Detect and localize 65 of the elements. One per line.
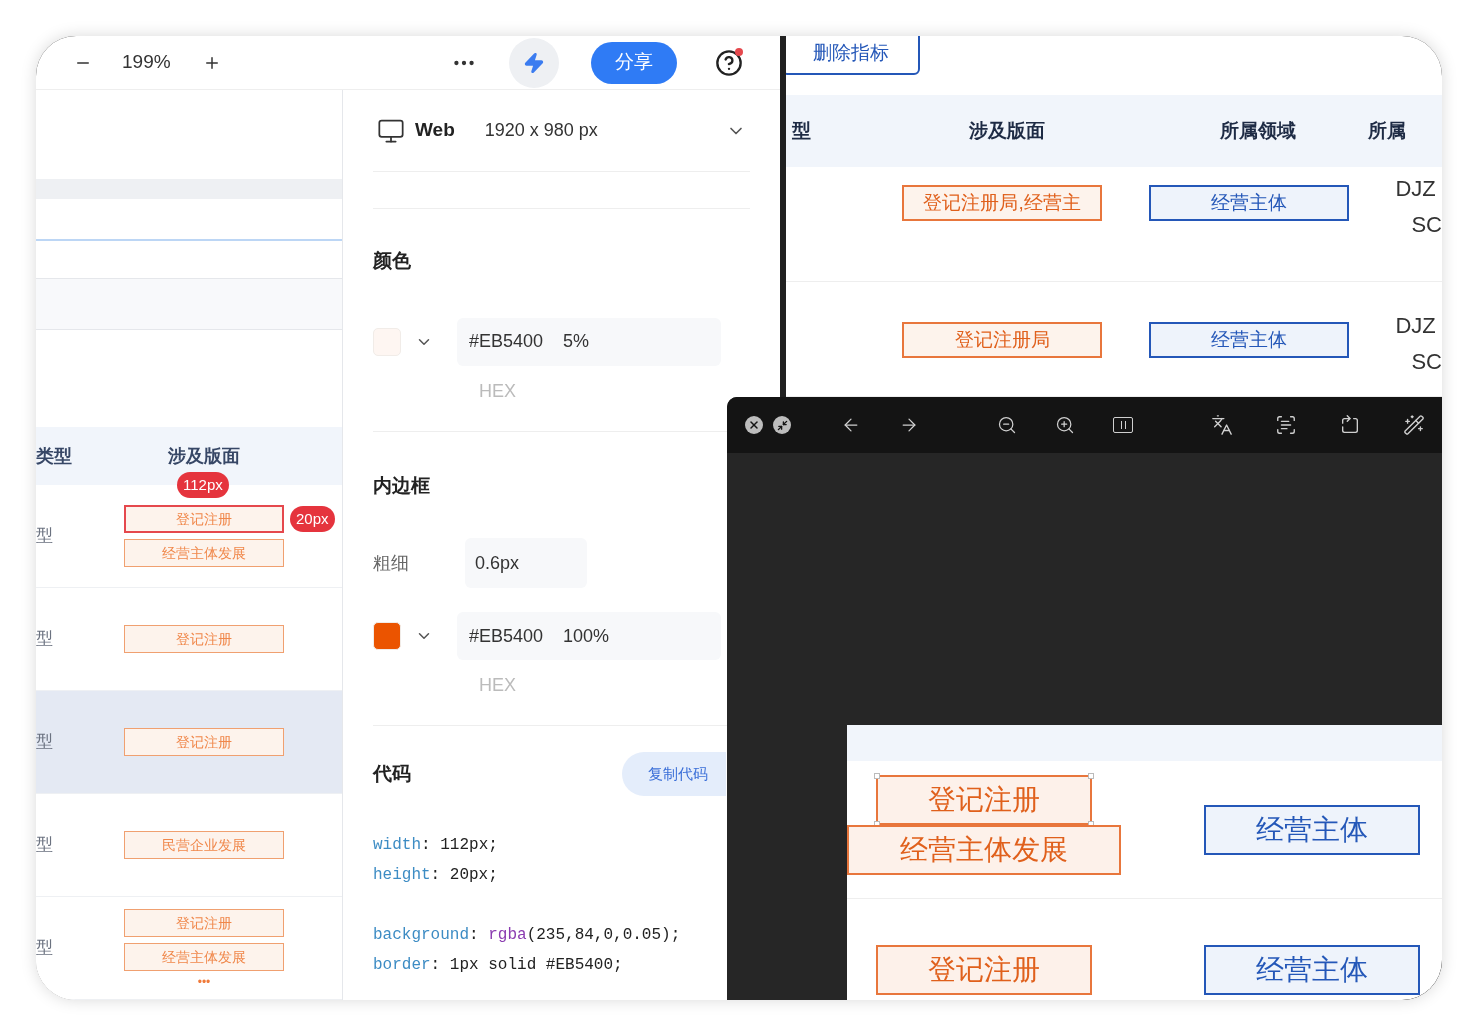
code-line: width: 112px; bbox=[373, 835, 498, 856]
code-line: height: 20px; bbox=[373, 865, 498, 886]
tag: 经营主体 bbox=[1204, 805, 1420, 855]
format-label: HEX bbox=[479, 674, 517, 697]
table-cell-text: DJZ bbox=[1395, 175, 1437, 203]
column-header: 涉及版面 bbox=[968, 118, 1046, 143]
translate-icon[interactable] bbox=[1211, 414, 1233, 436]
bolt-icon bbox=[522, 51, 545, 74]
height-badge: 20px bbox=[290, 506, 335, 532]
tag: 经营主体发展 bbox=[124, 943, 284, 971]
column-header: 类型 bbox=[36, 444, 73, 468]
section-title: 内边框 bbox=[373, 473, 431, 498]
table-cell-text: 型 bbox=[36, 525, 54, 548]
column-header: 型 bbox=[792, 118, 812, 143]
scan-text-icon[interactable] bbox=[1275, 414, 1297, 436]
shrink-icon[interactable] bbox=[773, 416, 791, 434]
close-icon[interactable] bbox=[745, 416, 763, 434]
tag: 登记注册 bbox=[124, 728, 284, 756]
tag: 登记注册 bbox=[124, 909, 284, 937]
help-icon[interactable] bbox=[714, 48, 743, 77]
column-header: 所属 bbox=[1367, 118, 1407, 143]
section-title: 颜色 bbox=[373, 249, 412, 273]
tag: 经营主体 bbox=[1204, 945, 1420, 995]
thickness-input[interactable]: 0.6px bbox=[465, 538, 587, 588]
rotate-icon[interactable] bbox=[1339, 414, 1361, 436]
delete-indicator-button[interactable]: 删除指标 bbox=[786, 36, 920, 75]
share-button[interactable]: 分享 bbox=[590, 41, 677, 84]
width-badge: 112px bbox=[177, 472, 229, 498]
zoom-out-icon[interactable] bbox=[997, 415, 1017, 435]
table-cell-text: SC bbox=[1410, 211, 1442, 239]
table-cell-text: SC bbox=[1410, 348, 1442, 376]
field-label: 粗细 bbox=[373, 551, 410, 575]
tag: 登记注册 bbox=[876, 945, 1092, 995]
device-label: Web bbox=[415, 118, 455, 143]
column-header: 所属领域 bbox=[1219, 118, 1297, 143]
tag: 经营主体 bbox=[1149, 185, 1350, 221]
magic-wand-icon[interactable] bbox=[1403, 414, 1425, 436]
code-line: border: 1px solid #EB5400; bbox=[373, 955, 623, 976]
more-dots: ••• bbox=[197, 977, 211, 987]
tag: 登记注册 bbox=[124, 625, 284, 653]
tag: 经营主体发展 bbox=[124, 539, 284, 567]
color-swatch[interactable] bbox=[373, 622, 401, 650]
table-cell-text: 型 bbox=[36, 731, 54, 754]
tag: 民营企业发展 bbox=[124, 831, 284, 859]
code-line: background: rgba(235,84,0,0.05); bbox=[373, 925, 681, 946]
table-cell-text: 型 bbox=[36, 834, 54, 857]
tag: 登记注册局,经营主 bbox=[902, 185, 1102, 221]
tag: 登记注册 bbox=[124, 505, 284, 533]
bolt-button[interactable] bbox=[508, 37, 559, 88]
table-cell-text: DJZ bbox=[1395, 312, 1437, 340]
tag: 登记注册 bbox=[876, 775, 1092, 825]
zoom-level[interactable]: 199% bbox=[122, 48, 171, 77]
tag: 经营主体发展 bbox=[847, 825, 1121, 875]
size-label: 1920 x 980 px bbox=[484, 119, 598, 142]
tag: 登记注册局 bbox=[902, 322, 1102, 358]
color-input[interactable]: #EB5400 100% bbox=[457, 612, 721, 660]
section-title: 代码 bbox=[373, 761, 411, 786]
copy-code-button[interactable]: 复制代码 bbox=[622, 752, 726, 796]
table-cell-text: 型 bbox=[36, 628, 54, 651]
tag: 经营主体 bbox=[1149, 322, 1350, 358]
table-cell-text: 型 bbox=[36, 937, 54, 960]
color-input[interactable]: #EB5400 5% bbox=[457, 317, 721, 366]
column-header: 涉及版面 bbox=[167, 444, 241, 468]
zoom-in-icon[interactable] bbox=[1055, 415, 1075, 435]
format-label: HEX bbox=[479, 379, 517, 403]
